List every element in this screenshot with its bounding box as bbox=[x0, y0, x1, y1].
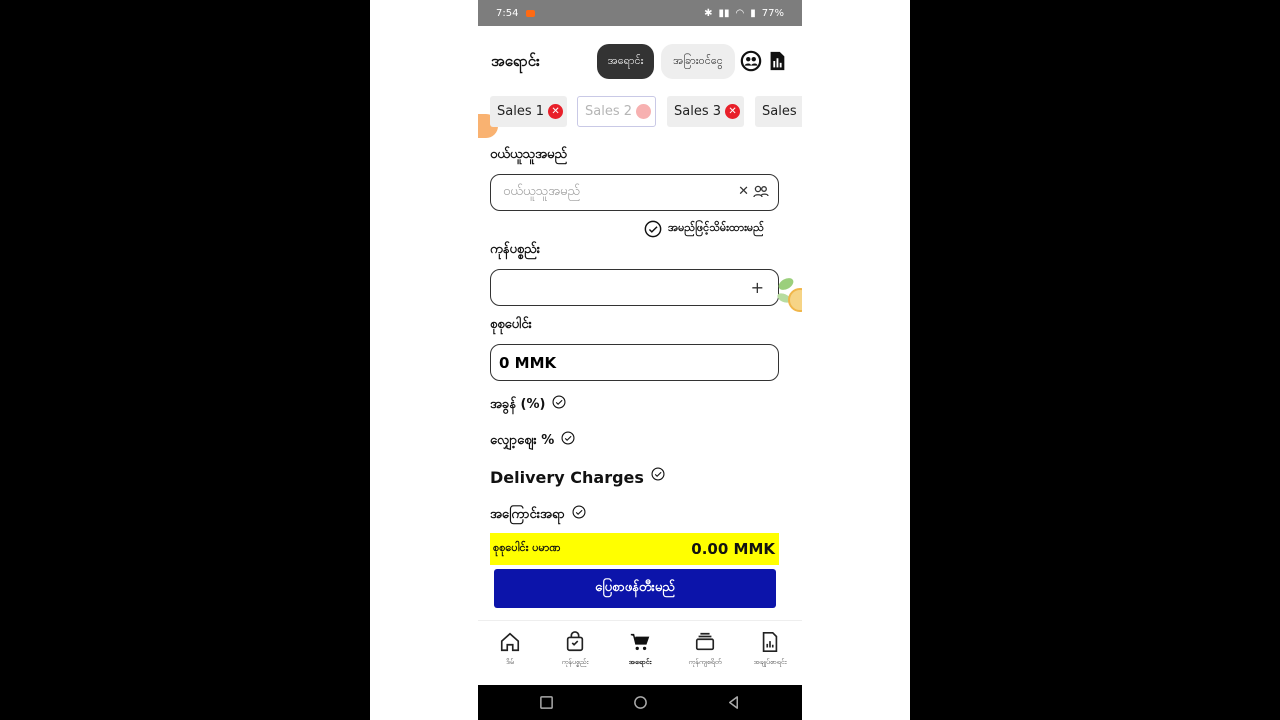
battery-percent: 77% bbox=[761, 7, 784, 19]
nav-reports[interactable]: အချုပ်စာရင်း bbox=[738, 631, 802, 668]
customer-label: ဝယ်ယူသူအမည် bbox=[490, 147, 568, 162]
left-margin bbox=[370, 0, 478, 720]
report-icon bbox=[762, 632, 778, 652]
save-name-label: အမည်ဖြင့်သိမ်းထားမည် bbox=[668, 221, 764, 234]
grand-total-label: စုစုပေါင်း ပမာဏ bbox=[493, 541, 561, 554]
tab-label: Sales bbox=[762, 104, 797, 119]
toggle-sales[interactable]: အရောင်း bbox=[597, 44, 654, 79]
recents-icon[interactable] bbox=[539, 695, 554, 710]
check-circle-icon[interactable] bbox=[651, 466, 665, 481]
nav-sales[interactable]: အရောင်း bbox=[608, 631, 672, 668]
tab-label: Sales 1 bbox=[497, 104, 545, 119]
notification-icon bbox=[526, 9, 536, 17]
battery-icon: ▮ bbox=[750, 7, 756, 19]
check-circle-icon[interactable] bbox=[552, 394, 566, 409]
total-field: 0 MMK bbox=[490, 344, 779, 381]
tab-sales-2[interactable]: Sales 2 ✕ bbox=[577, 96, 656, 127]
close-icon[interactable]: ✕ bbox=[636, 104, 652, 119]
tab-sales-4[interactable]: Sales bbox=[755, 96, 802, 127]
toggle-other-income[interactable]: အခြားဝင်ငွေ bbox=[661, 44, 735, 79]
products-label: ကုန်ပစ္စည်း bbox=[490, 242, 541, 257]
discount-label: လျှော့ဈေး % bbox=[490, 433, 555, 448]
total-label: စုစုပေါင်း bbox=[490, 317, 532, 332]
check-circle-icon[interactable] bbox=[572, 504, 586, 519]
grand-total-bar: စုစုပေါင်း ပမာဏ 0.00 MMK bbox=[490, 533, 779, 565]
contacts-icon[interactable] bbox=[753, 185, 769, 199]
products-input[interactable]: + bbox=[490, 269, 779, 306]
home-icon bbox=[500, 632, 520, 652]
home-button-icon[interactable] bbox=[633, 695, 648, 710]
report-file-icon[interactable] bbox=[766, 50, 788, 72]
wallet-icon bbox=[695, 632, 715, 651]
save-name-checkbox[interactable]: အမည်ဖြင့်သိမ်းထားမည် bbox=[644, 220, 764, 238]
system-navigation bbox=[478, 685, 802, 720]
decorative-fruit-icon bbox=[777, 278, 802, 312]
back-icon[interactable] bbox=[726, 695, 741, 710]
status-time: 7:54 bbox=[496, 7, 519, 19]
nav-label: ကုန်ပစ္စည်း bbox=[561, 658, 589, 666]
tax-option[interactable]: အခွန် (%) bbox=[490, 394, 566, 415]
bottom-nav: ဒိမ် ကုန်ပစ္စည်း အရောင်း ကုန်ကျစရိတ် အချ… bbox=[478, 620, 802, 684]
cart-icon bbox=[630, 633, 650, 651]
total-value: 0 MMK bbox=[499, 353, 557, 372]
delivery-option[interactable]: Delivery Charges bbox=[490, 466, 665, 487]
customers-icon[interactable] bbox=[740, 50, 762, 72]
status-bar: 7:54 ✱ ▮▮ ◠ ▮ 77% bbox=[478, 0, 802, 26]
header: အရောင်း အရောင်း အခြားဝင်ငွေ bbox=[478, 40, 802, 84]
tab-sales-3[interactable]: Sales 3 ✕ bbox=[667, 96, 744, 127]
tab-sales-1[interactable]: Sales 1 ✕ bbox=[490, 96, 567, 127]
right-margin bbox=[802, 0, 910, 720]
create-receipt-button[interactable]: ပြေစာဖန်တီးမည် bbox=[494, 569, 776, 608]
bluetooth-icon: ✱ bbox=[704, 7, 713, 19]
tax-label: အခွန် (%) bbox=[490, 397, 546, 412]
check-circle-icon[interactable] bbox=[561, 430, 575, 445]
nav-home[interactable]: ဒိမ် bbox=[478, 631, 542, 668]
nav-expenses[interactable]: ကုန်ကျစရိတ် bbox=[673, 631, 737, 668]
close-icon[interactable]: ✕ bbox=[725, 104, 741, 119]
phone-screen: 7:54 ✱ ▮▮ ◠ ▮ 77% အရောင်း အရောင်း အခြားဝ… bbox=[478, 0, 802, 720]
customer-placeholder: ဝယ်ယူသူအမည် bbox=[503, 184, 581, 199]
customer-name-input[interactable]: ဝယ်ယူသူအမည် ✕ bbox=[490, 174, 779, 211]
nav-products[interactable]: ကုန်ပစ္စည်း bbox=[543, 631, 607, 668]
clear-icon[interactable]: ✕ bbox=[738, 184, 749, 199]
tab-label: Sales 2 bbox=[585, 104, 633, 119]
delivery-label: Delivery Charges bbox=[490, 468, 644, 487]
check-circle-icon bbox=[644, 220, 662, 238]
add-icon[interactable]: + bbox=[751, 278, 764, 297]
note-option[interactable]: အကြောင်းအရာ bbox=[490, 504, 586, 525]
nav-label: အချုပ်စာရင်း bbox=[753, 658, 787, 666]
discount-option[interactable]: လျှော့ဈေး % bbox=[490, 430, 575, 451]
wifi-icon: ◠ bbox=[735, 7, 745, 19]
nav-label: အရောင်း bbox=[628, 658, 652, 666]
signal-icon: ▮▮ bbox=[718, 7, 730, 19]
page-title: အရောင်း bbox=[491, 52, 540, 70]
nav-label: ကုန်ကျစရိတ် bbox=[688, 658, 722, 666]
note-label: အကြောင်းအရာ bbox=[490, 507, 565, 522]
nav-label: ဒိမ် bbox=[506, 658, 514, 666]
grand-total-value: 0.00 MMK bbox=[691, 540, 775, 558]
tab-label: Sales 3 bbox=[674, 104, 722, 119]
close-icon[interactable]: ✕ bbox=[548, 104, 564, 119]
bag-icon bbox=[566, 631, 584, 652]
sales-tabs: Sales 1 ✕ Sales 2 ✕ Sales 3 ✕ Sales bbox=[490, 96, 802, 128]
